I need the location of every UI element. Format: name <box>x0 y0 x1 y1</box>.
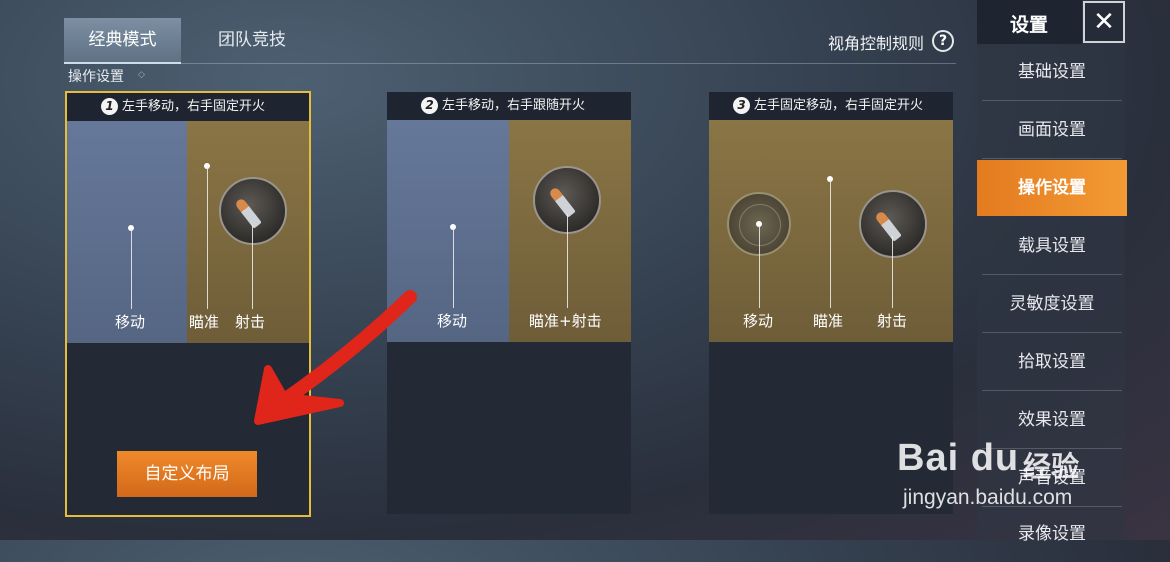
fire-button-icon <box>859 190 927 258</box>
aim-line <box>207 167 208 309</box>
shoot-line <box>892 236 893 308</box>
move-line <box>759 226 760 308</box>
sidebar-item-replay[interactable]: 录像设置 <box>982 506 1122 562</box>
bullet-icon <box>548 186 576 218</box>
sidebar-item-pickup[interactable]: 拾取设置 <box>982 334 1122 391</box>
card-title: 左手移动，右手固定开火 <box>122 99 266 114</box>
fire-zone: 瞄准+射击 <box>509 120 631 342</box>
section-title: 操作设置 <box>68 69 124 85</box>
aim-label: 瞄准 <box>813 312 844 330</box>
watermark-url: jingyan.baidu.com <box>903 486 1073 509</box>
aim-shoot-line <box>567 214 568 308</box>
sidebar-title: 设置 <box>1010 14 1049 36</box>
close-icon: ✕ <box>1093 7 1115 37</box>
tab-classic-mode[interactable]: 经典模式 <box>64 18 181 64</box>
move-line <box>453 228 454 308</box>
move-label: 移动 <box>437 312 468 330</box>
move-zone: 移动 <box>67 121 187 343</box>
card-number-badge: 3 <box>733 97 750 114</box>
move-line <box>131 229 132 309</box>
shoot-label: 射击 <box>877 312 908 330</box>
card-title: 左手移动，右手跟随开火 <box>442 98 586 113</box>
aim-label: 瞄准 <box>189 313 220 331</box>
move-label: 移动 <box>743 312 774 330</box>
view-control-rules-link[interactable]: 视角控制规则 <box>828 30 924 54</box>
sidebar-item-vehicle[interactable]: 载具设置 <box>982 218 1122 275</box>
baidu-watermark-logo: Bai du <box>897 437 1020 479</box>
sidebar-item-basic[interactable]: 基础设置 <box>982 44 1122 101</box>
jingyan-watermark: 经验 <box>1023 450 1080 483</box>
close-button[interactable]: ✕ <box>1083 1 1125 43</box>
bullet-icon <box>234 197 262 229</box>
question-circle-icon[interactable]: ? <box>932 30 954 52</box>
card-header: 3 左手固定移动，右手固定开火 <box>709 92 953 120</box>
bullet-icon <box>874 210 902 242</box>
fire-button-icon <box>219 177 287 245</box>
aim-line <box>830 180 831 308</box>
card-header: 2 左手移动，右手跟随开火 <box>387 92 631 120</box>
card-header: 1 左手移动，右手固定开火 <box>67 93 309 121</box>
custom-layout-button[interactable]: 自定义布局 <box>117 451 257 497</box>
fire-zone: 移动 瞄准 射击 <box>709 120 953 342</box>
tab-team-deathmatch[interactable]: 团队竞技 <box>196 18 308 62</box>
diamond-icon: ◇ <box>138 70 145 80</box>
sidebar-item-sensitivity[interactable]: 灵敏度设置 <box>982 276 1122 333</box>
aim-shoot-label: 瞄准+射击 <box>529 312 602 330</box>
sidebar-item-graphics[interactable]: 画面设置 <box>982 102 1122 159</box>
card-number-badge: 2 <box>421 97 438 114</box>
card-number-badge: 1 <box>101 98 118 115</box>
sidebar-item-controls[interactable]: 操作设置 <box>977 160 1127 216</box>
red-arrow-annotation <box>254 290 417 425</box>
move-label: 移动 <box>115 313 146 331</box>
header-divider <box>64 63 956 64</box>
card-title: 左手固定移动，右手固定开火 <box>754 98 924 113</box>
